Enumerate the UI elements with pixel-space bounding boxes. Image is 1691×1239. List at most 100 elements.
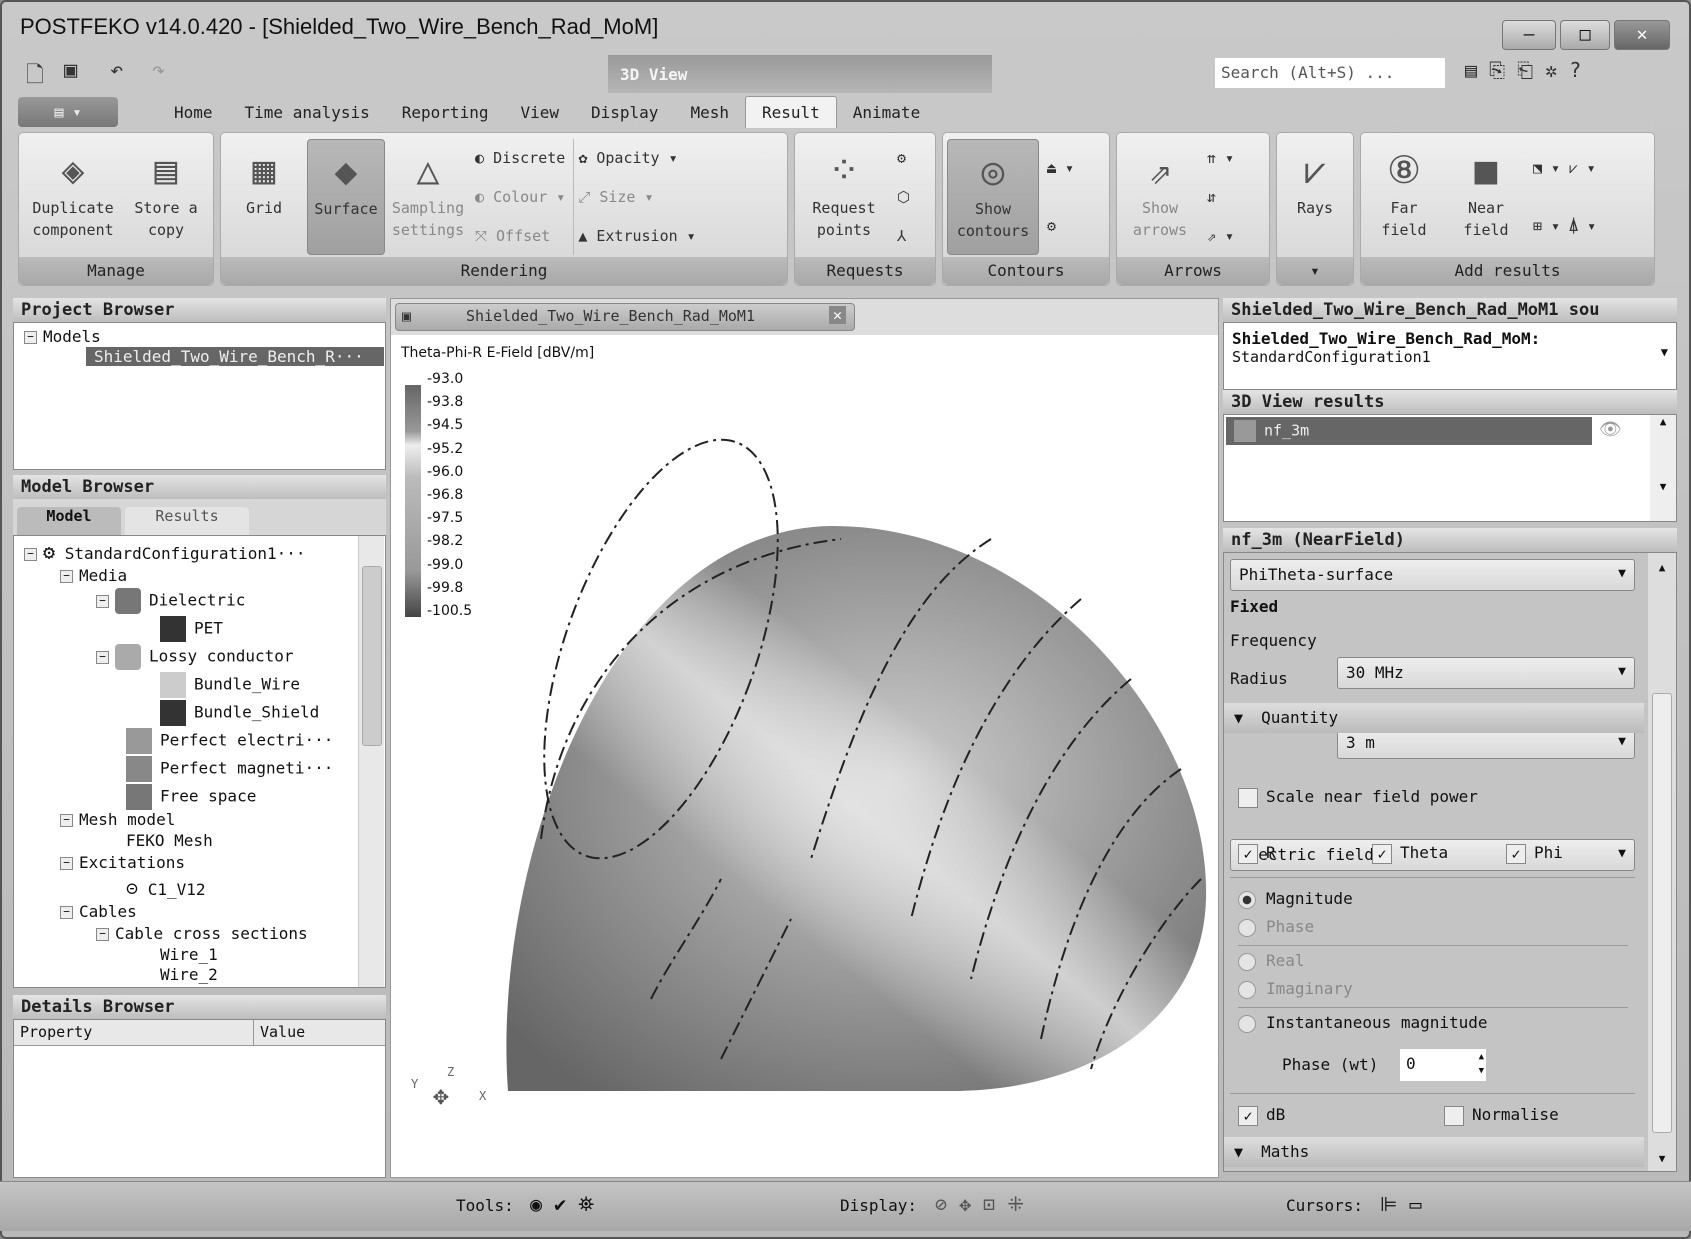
tree-item-media[interactable]: − Media	[60, 566, 127, 585]
offset-button[interactable]: ⤧ Offset	[475, 227, 565, 245]
maths-section-header[interactable]: ▼ Maths	[1224, 1137, 1644, 1167]
discrete-button[interactable]: ◐ Discrete	[475, 149, 565, 167]
tab-mesh[interactable]: Mesh	[674, 97, 745, 128]
settings-icon[interactable]: ⚙	[897, 149, 910, 167]
display-icons[interactable]: ⊘ ✥ ⊡ ⁜	[935, 1192, 1024, 1216]
tree-item-bundle-shield[interactable]: Bundle_Shield	[160, 700, 319, 726]
size-button[interactable]: ⤢ Size ▾	[578, 188, 695, 206]
column-property[interactable]: Property	[14, 1020, 254, 1045]
column-value[interactable]: Value	[254, 1020, 311, 1045]
tree-item-models[interactable]: − Models	[24, 327, 101, 346]
tab-reporting[interactable]: Reporting	[386, 97, 505, 128]
tree-item-config[interactable]: − ⚙ StandardConfiguration1···	[24, 540, 306, 564]
add-result-icons-row1[interactable]: ⬔ ▾ ⩗ ▾	[1533, 159, 1596, 177]
tree-item-free-space[interactable]: Free space	[126, 784, 256, 810]
phi-checkbox[interactable]: ✓ Phi	[1506, 843, 1563, 864]
show-arrows-button[interactable]: ⇗ Show arrows	[1121, 139, 1199, 255]
grid-button[interactable]: ▦ Grid	[225, 139, 303, 255]
tree-item-feko-mesh[interactable]: FEKO Mesh	[126, 831, 213, 850]
model-browser-title: Model Browser	[13, 475, 386, 499]
cube-icon[interactable]: ⬡	[897, 188, 910, 206]
r-checkbox[interactable]: ✓ R	[1238, 843, 1276, 864]
contour-settings-icon[interactable]: ⚙	[1047, 217, 1074, 235]
results-scrollbar[interactable]: ▲ ▼	[1650, 415, 1676, 521]
show-contours-button[interactable]: ◎ Show contours	[947, 139, 1039, 255]
tab-time-analysis[interactable]: Time analysis	[229, 97, 386, 128]
application-menu-button[interactable]: ▤ ▾	[18, 97, 118, 127]
contour-colour-icon[interactable]: ⏏ ▾	[1047, 159, 1074, 177]
model-tree-scrollbar[interactable]	[358, 536, 384, 987]
magnitude-radio[interactable]: Magnitude	[1238, 889, 1353, 909]
request-points-button[interactable]: ⁘ Request points	[799, 139, 889, 255]
far-field-button[interactable]: ⑧ Far field	[1365, 139, 1443, 255]
duplicate-component-button[interactable]: ◈ Duplicate component	[23, 139, 123, 255]
imaginary-radio[interactable]: Imaginary	[1238, 979, 1353, 999]
arrow-size-icon[interactable]: ⇵	[1207, 188, 1234, 206]
tab-view[interactable]: View	[504, 97, 575, 128]
chevron-down-icon[interactable]: ▼	[1661, 345, 1668, 359]
tab-animate[interactable]: Animate	[837, 97, 936, 128]
tree-item-model-selected[interactable]: Shielded_Two_Wire_Bench_R···	[86, 347, 384, 366]
axes-icon[interactable]: ⅄	[897, 227, 910, 245]
source-selector[interactable]: Shielded_Two_Wire_Bench_Rad_MoM: Standar…	[1223, 322, 1677, 390]
real-radio[interactable]: Real	[1238, 951, 1305, 971]
opacity-button[interactable]: ✿ Opacity ▾	[578, 149, 695, 167]
normalise-checkbox[interactable]: Normalise	[1444, 1105, 1559, 1126]
add-result-icons-row2[interactable]: ⊞ ▾ ⍋ ▾	[1533, 217, 1596, 235]
spinner-icon[interactable]: ▲ ▼	[1479, 1050, 1484, 1078]
theta-checkbox[interactable]: ✓ Theta	[1372, 843, 1448, 864]
rays-dropdown[interactable]: ▾	[1277, 257, 1353, 285]
tab-display[interactable]: Display	[575, 97, 674, 128]
fixed-label: Fixed	[1230, 597, 1279, 616]
tree-item-lossy-conductor[interactable]: − Lossy conductor	[96, 644, 294, 670]
search-input[interactable]: Search (Alt+S) ...	[1215, 58, 1445, 88]
tree-item-bundle-wire[interactable]: Bundle_Wire	[160, 672, 300, 698]
tab-result[interactable]: Result	[744, 96, 837, 128]
colour-button[interactable]: ◐ Colour ▾	[475, 188, 565, 206]
phase-wt-input[interactable]: 0 ▲ ▼	[1400, 1049, 1486, 1081]
tab-home[interactable]: Home	[158, 97, 229, 128]
rays-button[interactable]: ⩗ Rays	[1281, 139, 1349, 255]
properties-scrollbar[interactable]: ▲ ▼	[1648, 553, 1676, 1171]
scale-power-checkbox[interactable]: Scale near field power	[1238, 787, 1478, 808]
tools-icons[interactable]: ◉ ✔ ⛯	[530, 1192, 594, 1216]
extrusion-button[interactable]: ▲ Extrusion ▾	[578, 227, 695, 245]
tree-item-wire-1[interactable]: Wire_1	[160, 945, 218, 964]
tree-item-mesh-model[interactable]: − Mesh model	[60, 810, 175, 829]
redo-icon[interactable]: ↷	[152, 58, 165, 90]
result-item-nf-3m[interactable]: nf_3m	[1226, 417, 1592, 445]
tab-model[interactable]: Model	[17, 507, 121, 535]
new-icon[interactable]: 🗋	[26, 58, 44, 90]
arrow-style-icon[interactable]: ⇈ ▾	[1207, 149, 1234, 167]
tree-item-pet[interactable]: PET	[160, 616, 223, 642]
quantity-section-header[interactable]: ▼ Quantity	[1224, 703, 1644, 733]
tree-item-cables[interactable]: − Cables	[60, 902, 137, 921]
tree-item-pmc[interactable]: Perfect magneti···	[126, 756, 333, 782]
surface-type-select[interactable]: PhiTheta-surface	[1230, 559, 1635, 591]
toolbar-icons[interactable]: ▤ ⎘ ⎗ ✲ ?	[1465, 58, 1581, 90]
undo-icon[interactable]: ↶	[110, 58, 123, 90]
tab-results[interactable]: Results	[125, 507, 249, 535]
sampling-settings-button[interactable]: △ Sampling settings	[389, 139, 467, 255]
maximize-button[interactable]: □	[1560, 20, 1610, 50]
tree-item-dielectric[interactable]: − Dielectric	[96, 588, 245, 614]
surface-button[interactable]: ◆ Surface	[307, 139, 385, 255]
arrow-colour-icon[interactable]: ⇗ ▾	[1207, 227, 1234, 245]
phase-radio[interactable]: Phase	[1238, 917, 1314, 937]
tree-item-excitations[interactable]: − Excitations	[60, 853, 185, 872]
tree-item-pec[interactable]: Perfect electri···	[126, 728, 333, 754]
instantaneous-magnitude-radio[interactable]: Instantaneous magnitude	[1238, 1013, 1488, 1033]
store-copy-button[interactable]: ▤ Store a copy	[127, 139, 205, 255]
near-field-button[interactable]: ■ Near field	[1447, 139, 1525, 255]
tree-item-cable-cross-sections[interactable]: − Cable cross sections	[96, 924, 308, 943]
tree-item-wire-2[interactable]: Wire_2	[160, 965, 218, 984]
3d-view[interactable]: ▣ Shielded_Two_Wire_Bench_Rad_MoM1 ✕ The…	[390, 298, 1219, 1178]
frequency-select[interactable]: 30 MHz	[1337, 657, 1635, 689]
cursor-icons[interactable]: ⊫ ▭	[1380, 1192, 1422, 1216]
db-checkbox[interactable]: ✓ dB	[1238, 1105, 1285, 1126]
save-icon[interactable]: ▣	[64, 58, 77, 90]
close-button[interactable]: ✕	[1614, 20, 1670, 50]
minimize-button[interactable]: –	[1502, 20, 1556, 50]
visibility-eye-icon[interactable]: 👁	[1599, 419, 1622, 440]
tree-item-c1-v12[interactable]: ⊝ C1_V12	[126, 876, 205, 900]
